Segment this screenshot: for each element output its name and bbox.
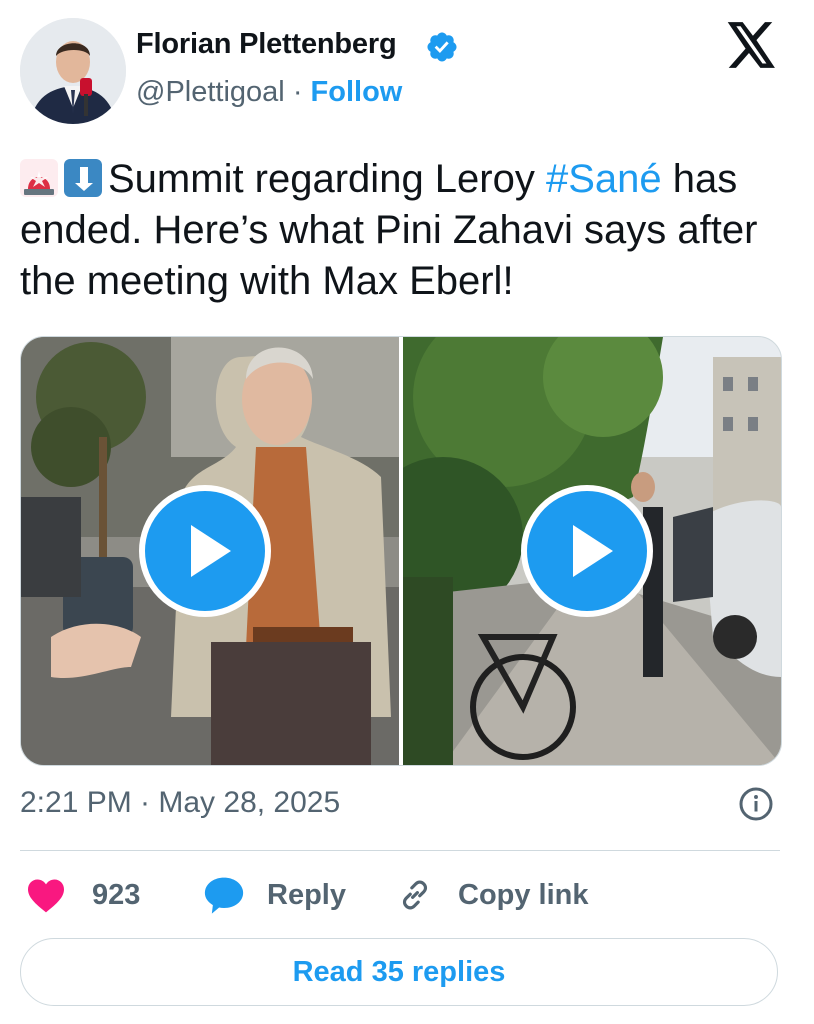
reply-button[interactable]: Reply [203, 870, 346, 920]
heart-icon [28, 879, 64, 913]
author-avatar[interactable] [20, 18, 126, 124]
tweet-text-intro: Summit regarding Leroy [108, 157, 546, 201]
author-name[interactable]: Florian Plettenberg [136, 28, 397, 61]
video-right[interactable] [403, 337, 781, 765]
divider [20, 850, 780, 851]
play-button-left[interactable] [139, 485, 271, 617]
verified-badge-icon [427, 32, 457, 62]
tweet-text: Summit regarding Leroy #Sané has ended. … [20, 154, 800, 307]
play-icon [573, 525, 613, 577]
read-replies-button[interactable]: Read 35 replies [20, 938, 778, 1006]
like-button[interactable]: 923 [26, 870, 140, 920]
arrow-down-right-emoji [64, 159, 102, 197]
handle-row: @Plettigoal · Follow [136, 76, 402, 109]
x-logo-icon[interactable] [727, 22, 777, 68]
siren-emoji [20, 159, 58, 197]
hashtag-link[interactable]: #Sané [546, 157, 662, 201]
speech-bubble-icon [204, 877, 244, 914]
link-icon [402, 880, 428, 910]
tweet-timestamp[interactable]: 2:21 PM · May 28, 2025 [20, 786, 340, 820]
copy-link-button[interactable]: Copy link [396, 870, 589, 920]
media-container [20, 336, 782, 766]
copy-link-label: Copy link [458, 878, 589, 911]
reply-label: Reply [267, 878, 346, 911]
like-count: 923 [92, 878, 141, 911]
play-button-right[interactable] [521, 485, 653, 617]
info-icon[interactable] [738, 786, 774, 822]
follow-button[interactable]: Follow [311, 76, 403, 108]
video-left[interactable] [21, 337, 399, 765]
play-icon [191, 525, 231, 577]
separator-dot: · [292, 76, 303, 108]
avatar-photo [20, 18, 126, 124]
author-handle[interactable]: @Plettigoal [136, 76, 285, 108]
